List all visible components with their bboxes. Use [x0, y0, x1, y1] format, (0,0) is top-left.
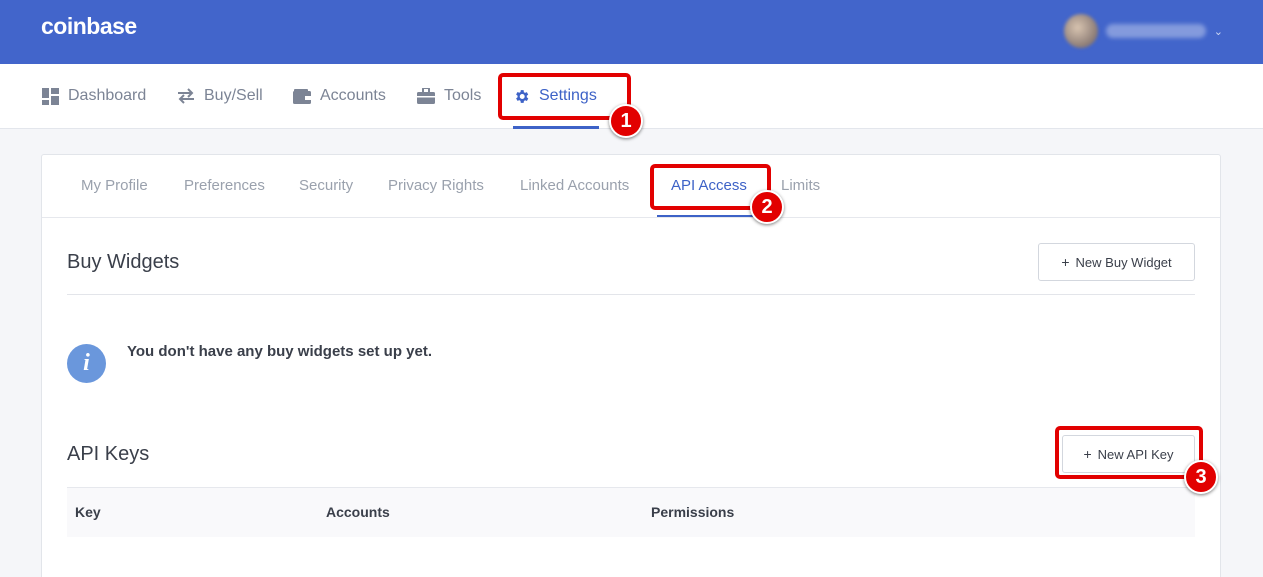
- chevron-down-icon[interactable]: ⌄: [1214, 25, 1223, 38]
- new-api-key-button[interactable]: + New API Key: [1062, 435, 1195, 473]
- empty-buy-widgets-message: You don't have any buy widgets set up ye…: [127, 343, 433, 360]
- nav-label: Settings: [539, 87, 597, 104]
- buy-widgets-title: Buy Widgets: [67, 251, 180, 273]
- tab-privacy-rights[interactable]: Privacy Rights: [388, 177, 484, 194]
- tab-my-profile[interactable]: My Profile: [81, 177, 148, 194]
- info-icon: i: [67, 344, 106, 383]
- nav-item-settings[interactable]: Settings: [512, 64, 597, 128]
- coinbase-logo[interactable]: coinbase: [41, 13, 137, 40]
- nav-label: Buy/Sell: [204, 87, 263, 104]
- nav-item-dashboard[interactable]: Dashboard: [41, 64, 146, 128]
- section-divider: [67, 294, 1195, 295]
- dashboard-icon: [41, 87, 59, 105]
- active-tab-underline: [657, 215, 753, 217]
- tab-limits[interactable]: Limits: [781, 177, 820, 194]
- nav-label: Dashboard: [68, 87, 147, 104]
- user-menu[interactable]: ⌄: [1063, 14, 1223, 48]
- api-keys-table-header: Key Accounts Permissions: [67, 487, 1195, 537]
- tab-api-access[interactable]: API Access: [671, 177, 747, 194]
- user-name-redacted: [1105, 24, 1206, 38]
- button-label: New API Key: [1097, 446, 1174, 462]
- nav-item-tools[interactable]: Tools: [417, 64, 481, 128]
- column-header-permissions: Permissions: [651, 504, 735, 520]
- tab-linked-accounts[interactable]: Linked Accounts: [520, 177, 629, 194]
- step-badge-1: 1: [609, 104, 643, 138]
- api-keys-title: API Keys: [67, 443, 150, 465]
- nav-label: Tools: [444, 87, 482, 104]
- wallet-icon: [293, 87, 311, 105]
- column-header-accounts: Accounts: [326, 504, 390, 520]
- avatar[interactable]: [1063, 14, 1098, 48]
- new-buy-widget-button[interactable]: + New Buy Widget: [1038, 243, 1195, 281]
- active-nav-underline: [513, 126, 599, 129]
- plus-icon: +: [1083, 446, 1092, 462]
- plus-icon: +: [1061, 254, 1070, 270]
- step-badge-3: 3: [1184, 460, 1218, 494]
- toolbox-icon: [417, 87, 435, 105]
- tab-security[interactable]: Security: [299, 177, 353, 194]
- nav-label: Accounts: [320, 87, 386, 104]
- gear-icon: [512, 87, 530, 105]
- top-bar: coinbase ⌄: [0, 0, 1263, 64]
- swap-arrows-icon: [177, 87, 195, 105]
- tab-preferences[interactable]: Preferences: [184, 177, 265, 194]
- settings-tabs: My Profile Preferences Security Privacy …: [42, 155, 1220, 218]
- column-header-key: Key: [75, 504, 101, 520]
- settings-card: My Profile Preferences Security Privacy …: [41, 154, 1221, 577]
- button-label: New Buy Widget: [1075, 254, 1172, 270]
- nav-item-accounts[interactable]: Accounts: [293, 64, 386, 128]
- step-badge-2: 2: [750, 190, 784, 224]
- nav-item-buy-sell[interactable]: Buy/Sell: [177, 64, 263, 128]
